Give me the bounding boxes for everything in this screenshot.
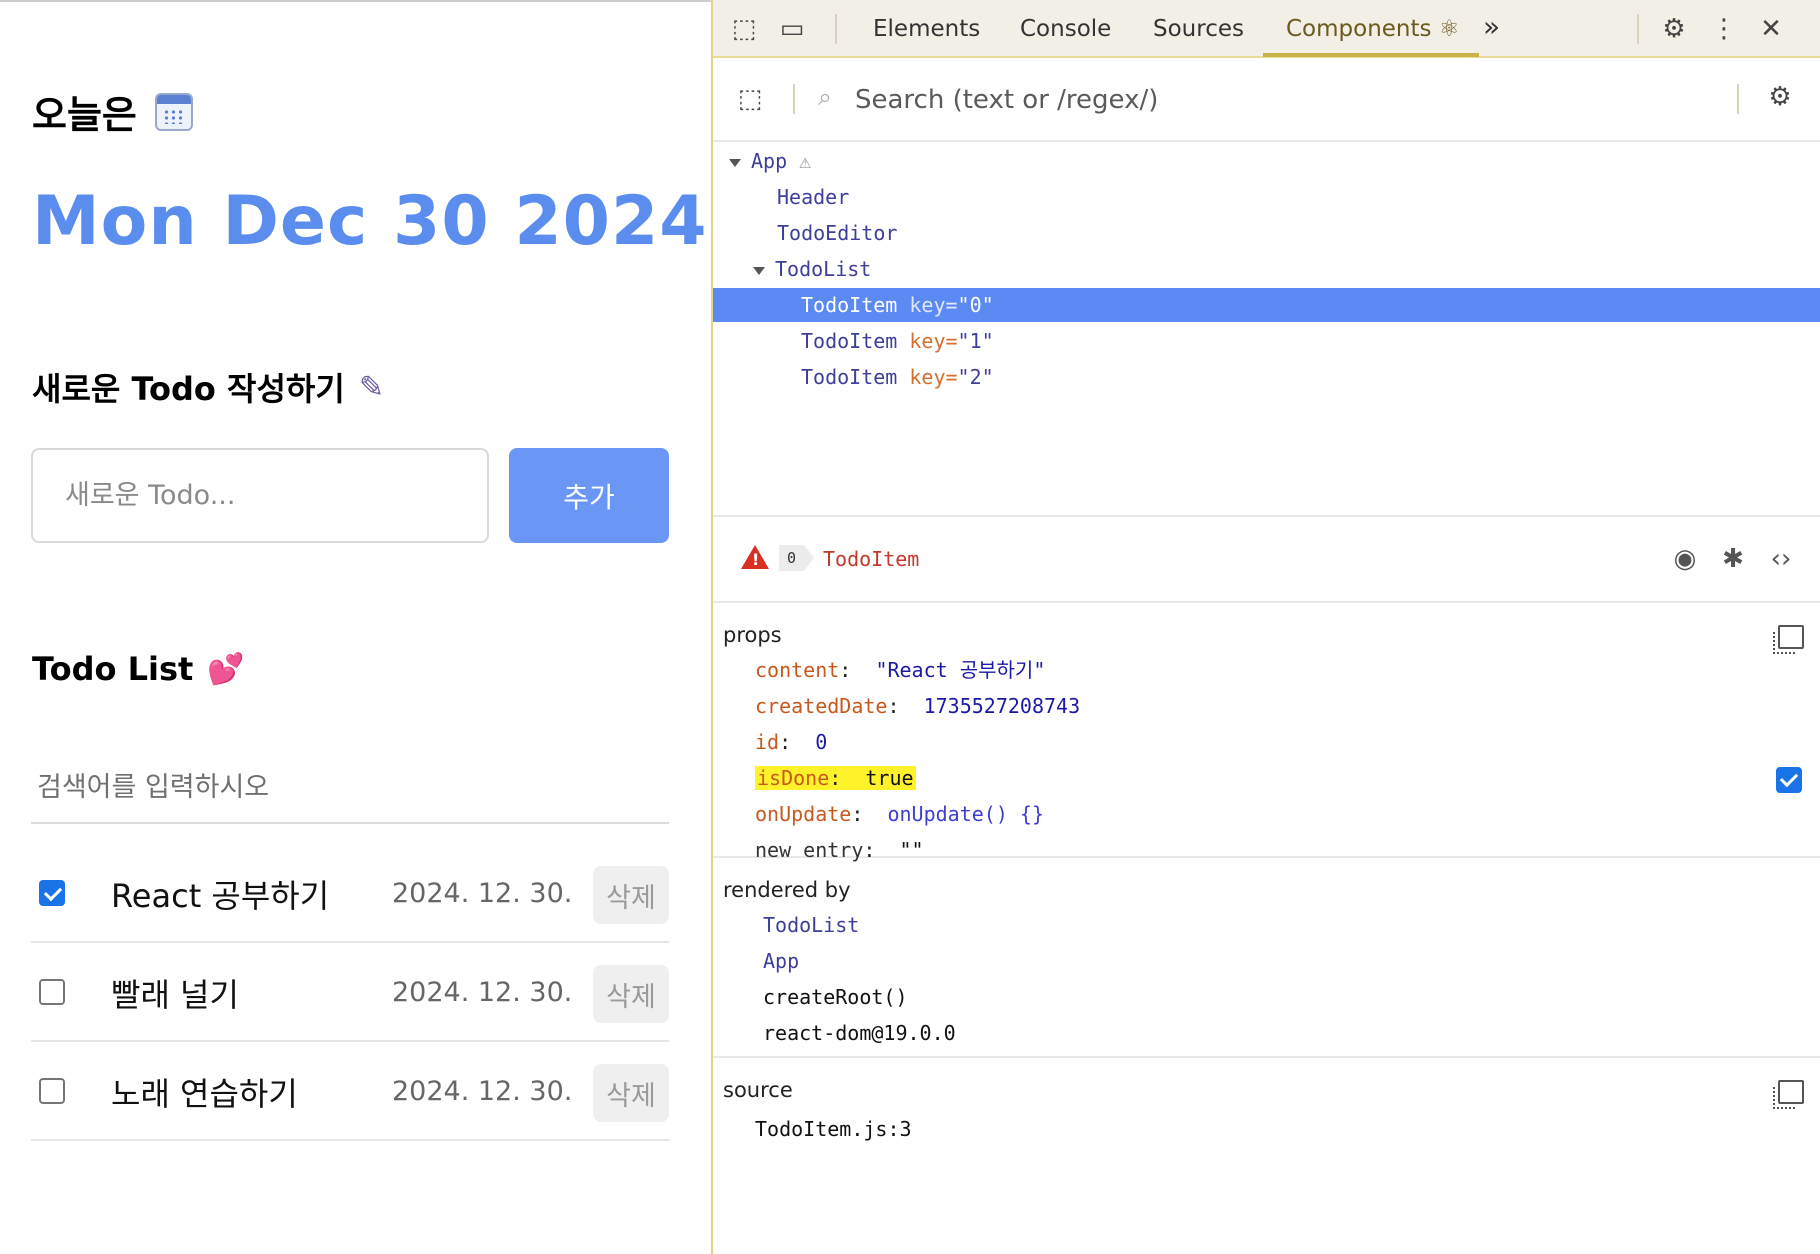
delete-button[interactable]: 삭제 (593, 965, 669, 1023)
todo-date: 2024. 12. 30. (392, 977, 573, 1008)
warning-count: 0 (779, 545, 815, 571)
today-date: Mon Dec 30 2024 (32, 182, 708, 261)
rendered-by-section: rendered by TodoList App createRoot() re… (713, 860, 1820, 1058)
eye-icon[interactable]: ◉ (1667, 541, 1703, 577)
add-button[interactable]: 추가 (509, 448, 669, 543)
component-search-input[interactable] (855, 78, 1655, 122)
prop-content[interactable]: content: "React 공부하기" (755, 653, 1045, 687)
warning-icon (741, 545, 769, 569)
delete-button[interactable]: 삭제 (593, 866, 669, 924)
rendered-by-label: rendered by (723, 878, 851, 902)
bug-icon[interactable]: ✱ (1715, 541, 1751, 577)
copy-icon[interactable] (1773, 625, 1804, 654)
pen-icon: ✎ (358, 369, 384, 405)
more-tabs-icon[interactable]: » (1483, 10, 1500, 43)
todo-date: 2024. 12. 30. (392, 1076, 573, 1107)
rendered-by-react-dom: react-dom@19.0.0 (763, 1021, 956, 1045)
rendered-by-app[interactable]: App (763, 944, 799, 978)
prop-isdone[interactable]: isDone: true (755, 761, 916, 795)
todo-checkbox[interactable] (39, 880, 65, 906)
todo-item: 빨래 널기 2024. 12. 30. 삭제 (31, 943, 669, 1042)
tree-node-header[interactable]: Header (713, 180, 1820, 214)
todo-content: 빨래 널기 (111, 976, 239, 1014)
todo-checkbox[interactable] (39, 979, 65, 1005)
props-section: props content: "React 공부하기" createdDate:… (713, 605, 1820, 862)
selected-component-name: TodoItem (823, 547, 920, 571)
caret-down-icon[interactable] (753, 266, 765, 275)
props-label: props (723, 623, 782, 647)
tree-node-todoitem-0[interactable]: TodoItem key="0" (713, 288, 1820, 322)
search-icon: ⌕ (818, 83, 832, 111)
header-label: 오늘은 (32, 84, 193, 139)
delete-button[interactable]: 삭제 (593, 1064, 669, 1122)
source-label: source (723, 1078, 793, 1102)
heart-icon: 💕 (207, 651, 245, 687)
prop-id[interactable]: id: 0 (755, 725, 827, 759)
component-search-bar: ⬚ ⌕ ⚙ (713, 58, 1820, 142)
todo-checkbox[interactable] (39, 1078, 65, 1104)
warning-icon: ⚠ (799, 149, 812, 173)
inspect-element-icon[interactable]: ⬚ (727, 12, 761, 46)
devtools-panel: ⬚ ▭ Elements Console Sources Components … (711, 0, 1820, 1254)
tab-console[interactable]: Console (1020, 16, 1111, 42)
calendar-icon (154, 92, 193, 131)
tab-sources[interactable]: Sources (1153, 16, 1244, 42)
prop-onupdate[interactable]: onUpdate: onUpdate() {} (755, 797, 1044, 831)
select-component-icon[interactable]: ⬚ (733, 82, 767, 116)
component-settings-icon[interactable]: ⚙ (1763, 80, 1797, 114)
devtools-tab-bar: ⬚ ▭ Elements Console Sources Components … (713, 0, 1820, 58)
new-todo-input[interactable] (31, 448, 489, 543)
todo-content: 노래 연습하기 (111, 1075, 298, 1113)
settings-icon[interactable]: ⚙ (1657, 12, 1691, 46)
tree-node-todoitem-2[interactable]: TodoItem key="2" (713, 360, 1820, 394)
source-file[interactable]: TodoItem.js:3 (755, 1112, 912, 1146)
copy-icon[interactable] (1773, 1080, 1804, 1109)
todo-item: 노래 연습하기 2024. 12. 30. 삭제 (31, 1042, 669, 1141)
inspected-element-pane: 0 TodoItem ◉ ✱ ‹› props content: "React … (713, 515, 1820, 1254)
close-icon[interactable]: ✕ (1754, 12, 1788, 46)
isdone-checkbox[interactable] (1776, 767, 1802, 793)
rendered-by-createroot: createRoot() (763, 985, 908, 1009)
todo-item: React 공부하기 2024. 12. 30. 삭제 (31, 844, 669, 943)
rendered-by-todolist[interactable]: TodoList (763, 908, 859, 942)
search-input[interactable] (31, 752, 669, 824)
tab-elements[interactable]: Elements (873, 16, 980, 42)
todo-app: 오늘은 Mon Dec 30 2024 새로운 Todo 작성하기 ✎ 추가 T… (0, 0, 711, 1254)
inspected-element-header: 0 TodoItem ◉ ✱ ‹› (713, 517, 1820, 603)
prop-createddate[interactable]: createdDate: 1735527208743 (755, 689, 1080, 723)
tree-node-todoitem-1[interactable]: TodoItem key="1" (713, 324, 1820, 358)
device-toggle-icon[interactable]: ▭ (775, 12, 809, 46)
code-icon[interactable]: ‹› (1763, 541, 1799, 577)
todo-list-title: Todo List 💕 (32, 650, 245, 688)
tree-node-app[interactable]: App ⚠ (713, 144, 1820, 178)
source-section: source TodoItem.js:3 (713, 1060, 1820, 1180)
tree-node-todoeditor[interactable]: TodoEditor (713, 216, 1820, 250)
editor-title: 새로운 Todo 작성하기 ✎ (32, 369, 384, 409)
active-tab-indicator (1263, 53, 1479, 57)
todo-date: 2024. 12. 30. (392, 878, 573, 909)
caret-down-icon[interactable] (729, 158, 741, 167)
tab-components[interactable]: Components ⚛ (1286, 16, 1459, 42)
tree-node-todolist[interactable]: TodoList (713, 252, 1820, 286)
todo-content: React 공부하기 (111, 877, 330, 915)
more-menu-icon[interactable]: ⋮ (1707, 12, 1741, 46)
